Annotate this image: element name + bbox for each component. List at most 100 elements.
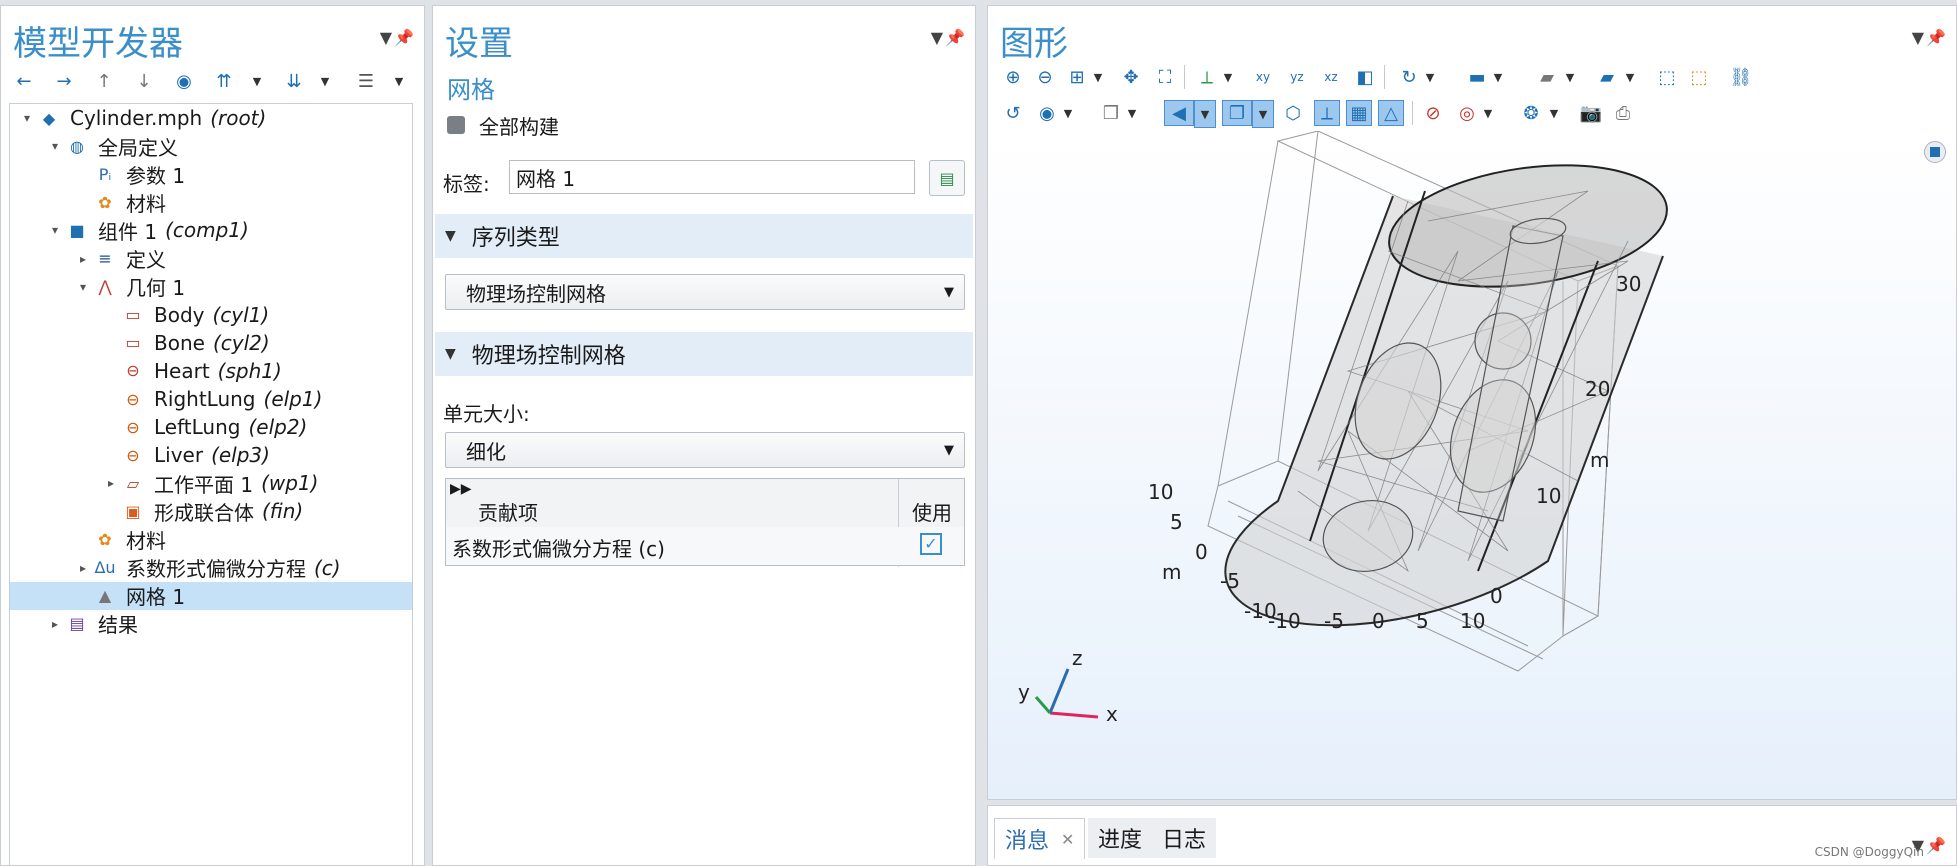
table-row[interactable]: 系数形式偏微分方程 (c) ✓	[446, 527, 964, 565]
tab-messages[interactable]: 消息 ✕	[994, 818, 1086, 859]
tree-node[interactable]: ▾ ■ 组件 1 (comp1)	[46, 216, 249, 244]
element-size-select[interactable]: 细化 ▼	[445, 432, 965, 468]
chevron-down-icon[interactable]: ▼	[1564, 64, 1576, 90]
select-box-icon[interactable]: ⬚	[1654, 64, 1680, 90]
tab-log[interactable]: 日志	[1152, 818, 1217, 858]
expand-sections-icon[interactable]: ⇈	[211, 68, 237, 94]
color-palette-icon[interactable]: ◎	[1454, 100, 1480, 126]
wireframe-icon[interactable]: ❐	[1222, 100, 1252, 126]
print-setup-icon[interactable]: ▰	[1594, 64, 1620, 90]
collapse-sections-icon[interactable]: ⇊	[281, 68, 307, 94]
pin-icon[interactable]: 📌	[1926, 836, 1946, 855]
reset-view-icon[interactable]: ↺	[1000, 100, 1026, 126]
tree-node[interactable]: ▾ ◆ Cylinder.mph (root)	[18, 104, 266, 132]
pin-icon[interactable]: 📌	[945, 28, 965, 47]
xy-plane-icon[interactable]: xy	[1250, 64, 1276, 90]
pin-icon[interactable]: 📌	[394, 28, 414, 47]
chevron-down-icon[interactable]: ▼	[393, 68, 405, 94]
expand-down-icon[interactable]: ▾	[74, 280, 92, 294]
zoom-extents-icon[interactable]: ⛶	[1152, 64, 1178, 90]
tree-node[interactable]: ▾ ⋀ 几何 1	[74, 273, 193, 301]
sequence-type-select[interactable]: 物理场控制网格 ▼	[445, 274, 965, 310]
select-object-icon[interactable]: ▬	[1464, 64, 1490, 90]
panel-menu-icon[interactable]: ▼	[931, 28, 943, 47]
tree-node[interactable]: ▸ Δu 系数形式偏微分方程 (c)	[74, 554, 341, 582]
tree-node[interactable]: ▸ ▱ 工作平面 1 (wp1)	[102, 469, 319, 497]
link-icon[interactable]: ⛓	[1728, 64, 1754, 90]
show-axis-icon[interactable]: ⟂	[1314, 100, 1340, 126]
xz-plane-icon[interactable]: xz	[1318, 64, 1344, 90]
chevron-down-icon[interactable]: ▼	[1424, 64, 1436, 90]
camera-settings-icon[interactable]: ❂	[1518, 100, 1544, 126]
back-arrow-icon[interactable]: ←	[11, 68, 37, 94]
expand-right-icon[interactable]: ▸	[46, 617, 64, 631]
hide-objects-icon[interactable]: ⊘	[1420, 100, 1446, 126]
tree-node[interactable]: ▭ Bone (cyl2)	[102, 329, 269, 357]
chevron-down-icon[interactable]: ▼	[1126, 100, 1138, 126]
visibility-icon[interactable]: ◉	[1034, 100, 1060, 126]
tree-node[interactable]: ⊖ RightLung (elp1)	[102, 385, 322, 413]
chevron-down-icon[interactable]: ▼	[251, 68, 263, 94]
close-icon[interactable]: ✕	[1061, 830, 1074, 849]
tree-node[interactable]: ✿ 材料	[74, 526, 174, 554]
move-down-icon[interactable]: ↓	[131, 68, 157, 94]
forward-arrow-icon[interactable]: →	[51, 68, 77, 94]
tree-node[interactable]: ▲ 网格 1	[10, 581, 412, 610]
chevron-down-icon[interactable]: ▼	[1548, 100, 1560, 126]
show-icon[interactable]: ◉	[171, 68, 197, 94]
mesh-rendering-icon[interactable]: △	[1378, 100, 1404, 126]
tree-node[interactable]: ⊖ Heart (sph1)	[102, 357, 282, 385]
expand-right-icon[interactable]: ▸	[102, 476, 120, 490]
tree-node[interactable]: ▾ ◍ 全局定义	[46, 132, 186, 160]
tree-node[interactable]: ▣ 形成联合体 (fin)	[102, 497, 303, 525]
transparency-icon[interactable]: ❒	[1098, 100, 1124, 126]
use-checkbox[interactable]: ✓	[920, 533, 942, 555]
panel-menu-icon[interactable]: ▼	[1912, 28, 1924, 47]
label-input[interactable]: 网格 1	[509, 160, 915, 194]
build-all-button[interactable]: 全部构建	[447, 110, 559, 140]
render-box-icon[interactable]: ⬡	[1280, 100, 1306, 126]
scene-light-icon[interactable]: ◀	[1164, 100, 1194, 126]
tree-node[interactable]: ▸ ▤ 结果	[46, 610, 146, 638]
chevron-down-icon[interactable]: ▼	[1222, 64, 1234, 90]
zoom-box-icon[interactable]: ⊞	[1064, 64, 1090, 90]
tree-node[interactable]: ▭ Body (cyl1)	[102, 301, 269, 329]
zoom-out-icon[interactable]: ⊖	[1032, 64, 1058, 90]
expand-right-icon[interactable]: ▸	[74, 252, 92, 266]
print-icon[interactable]: ⎙	[1610, 100, 1636, 126]
expand-right-icon[interactable]: ▸	[74, 561, 92, 575]
chevron-down-icon[interactable]: ▼	[319, 68, 331, 94]
tree-node[interactable]: ⊖ LeftLung (elp2)	[102, 413, 307, 441]
double-arrow-icon[interactable]: ▶▶	[450, 481, 472, 497]
tree-node[interactable]: ✿ 材料	[74, 188, 174, 216]
clear-selection-icon[interactable]: ⬚	[1686, 64, 1712, 90]
sequence-type-section[interactable]: ▼ 序列类型	[435, 214, 973, 258]
pin-icon[interactable]: 📌	[1926, 28, 1946, 47]
rotate-icon[interactable]: ↻	[1396, 64, 1422, 90]
chevron-down-icon[interactable]: ▼	[1492, 64, 1504, 90]
chevron-down-icon[interactable]: ▼	[1482, 100, 1494, 126]
chevron-down-icon[interactable]: ▼	[1062, 100, 1074, 126]
go-to-default-view-icon[interactable]: ✥	[1118, 64, 1144, 90]
tree-node[interactable]: ⊖ Liver (elp3)	[102, 441, 270, 469]
physics-controlled-mesh-section[interactable]: ▼ 物理场控制网格	[435, 332, 973, 376]
view-axes-icon[interactable]: ⟂	[1194, 64, 1220, 90]
camera-icon[interactable]: 📷	[1578, 100, 1604, 126]
chevron-down-icon[interactable]: ▼	[1252, 100, 1274, 128]
tab-progress[interactable]: 进度	[1088, 818, 1153, 858]
tree-node[interactable]: Pᵢ 参数 1	[74, 160, 193, 188]
chevron-down-icon[interactable]: ▼	[1092, 64, 1104, 90]
move-up-icon[interactable]: ↑	[91, 68, 117, 94]
graphics-canvas[interactable]: 30 20 10 m 0 10 5 0 -5 -10 m -10 -5 0 5 …	[988, 130, 1956, 799]
panel-menu-icon[interactable]: ▼	[380, 28, 392, 47]
graphics-dock-icon[interactable]	[1924, 141, 1946, 163]
expand-down-icon[interactable]: ▾	[46, 139, 64, 153]
zoom-in-icon[interactable]: ⊕	[1000, 64, 1026, 90]
tree-node[interactable]: ▸ ≡ 定义	[74, 245, 174, 273]
expand-down-icon[interactable]: ▾	[18, 111, 36, 125]
view-icon[interactable]: ◧	[1352, 64, 1378, 90]
chevron-down-icon[interactable]: ▼	[1624, 64, 1636, 90]
list-view-icon[interactable]: ☰	[353, 68, 379, 94]
expand-down-icon[interactable]: ▾	[46, 223, 64, 237]
show-grid-icon[interactable]: ▦	[1346, 100, 1372, 126]
